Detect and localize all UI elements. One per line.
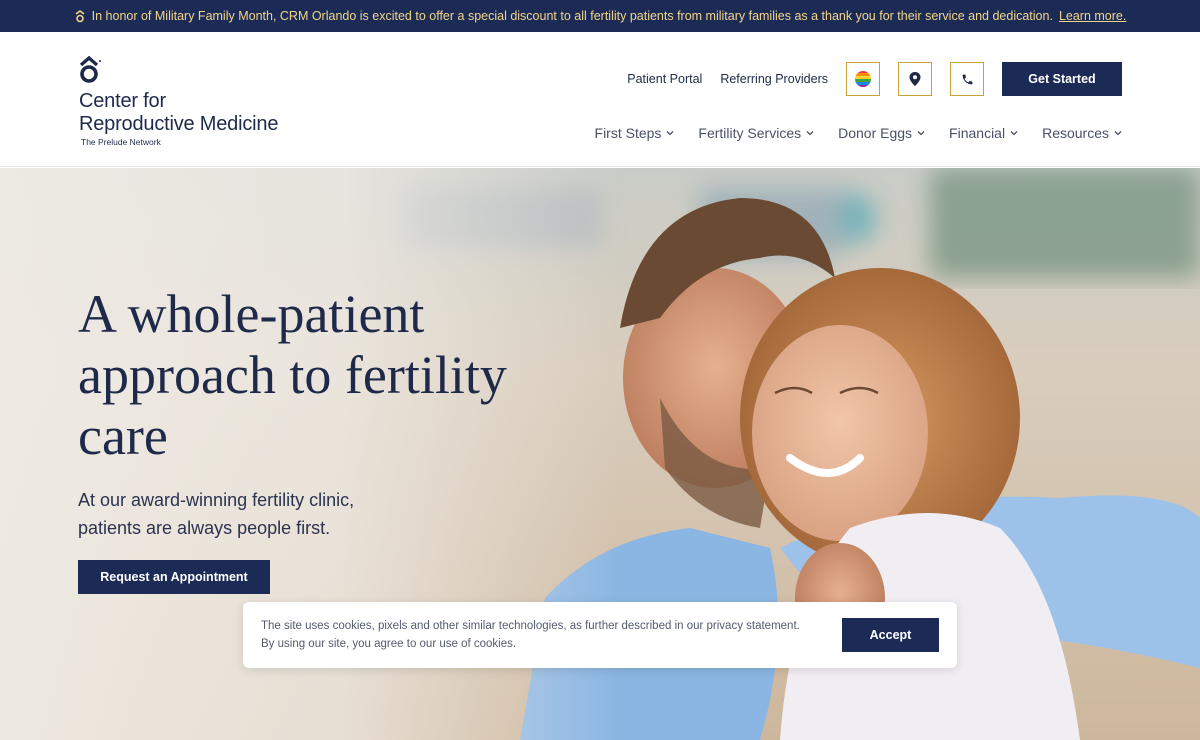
location-pin-icon: [909, 72, 921, 86]
chevron-down-icon: [806, 131, 814, 136]
referring-providers-link[interactable]: Referring Providers: [720, 72, 828, 86]
site-header: Center for Reproductive Medicine The Pre…: [0, 32, 1200, 167]
phone-icon: [962, 74, 972, 84]
nav-item-label: Donor Eggs: [838, 125, 913, 141]
cookie-text-line-2: By using our site, you agree to our use …: [261, 638, 517, 650]
pride-icon: [855, 71, 871, 87]
hero-title: A whole-patient approach to fertility ca…: [78, 284, 507, 466]
patient-portal-link[interactable]: Patient Portal: [627, 72, 702, 86]
main-nav: First Steps Fertility Services Donor Egg…: [571, 125, 1122, 141]
site-logo[interactable]: Center for Reproductive Medicine The Pre…: [78, 54, 318, 154]
nav-item-donor-eggs[interactable]: Donor Eggs: [838, 125, 925, 141]
cookie-text: The site uses cookies, pixels and other …: [261, 617, 831, 653]
chevron-down-icon: [1010, 131, 1018, 136]
cookie-accept-button[interactable]: Accept: [842, 618, 939, 652]
pride-button[interactable]: [846, 62, 880, 96]
nav-item-fertility-services[interactable]: Fertility Services: [698, 125, 814, 141]
cookie-text-line-1: The site uses cookies, pixels and other …: [261, 620, 800, 632]
chevron-down-icon: [1114, 131, 1122, 136]
location-button[interactable]: [898, 62, 932, 96]
cookie-banner: The site uses cookies, pixels and other …: [243, 602, 957, 668]
nav-item-resources[interactable]: Resources: [1042, 125, 1122, 141]
nav-item-label: First Steps: [594, 125, 662, 141]
chevron-down-icon: [666, 131, 674, 136]
nav-item-label: Financial: [949, 125, 1006, 141]
utility-nav: Patient Portal Referring Providers Get S…: [627, 62, 1122, 96]
announcement-text: In honor of Military Family Month, CRM O…: [91, 9, 1053, 23]
logo-tagline: The Prelude Network: [81, 137, 161, 147]
logo-line-2: Reproductive Medicine: [79, 113, 279, 135]
logo-line-1: Center for: [79, 90, 166, 112]
announcement-learn-more-link[interactable]: Learn more.: [1059, 9, 1126, 23]
logo-mark-icon: [74, 9, 86, 23]
nav-item-financial[interactable]: Financial: [949, 125, 1018, 141]
nav-item-label: Fertility Services: [698, 125, 802, 141]
nav-item-first-steps[interactable]: First Steps: [595, 125, 675, 141]
nav-item-label: Resources: [1042, 125, 1109, 141]
hero-subtitle: At our award-winning fertility clinic, p…: [78, 490, 355, 538]
chevron-down-icon: [917, 131, 925, 136]
phone-button[interactable]: [950, 62, 984, 96]
get-started-button[interactable]: Get Started: [1002, 62, 1122, 96]
announcement-bar: In honor of Military Family Month, CRM O…: [0, 0, 1200, 32]
logo-mark-icon: [79, 55, 101, 83]
request-appointment-button[interactable]: Request an Appointment: [78, 560, 270, 594]
